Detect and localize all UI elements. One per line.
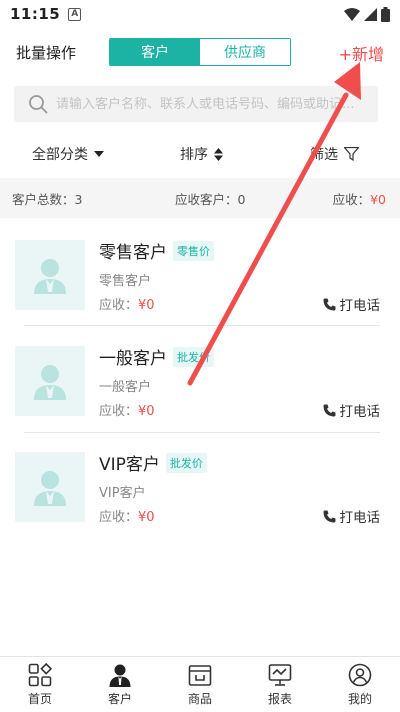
receivable-value: ¥0 (138, 298, 155, 313)
nav-customer[interactable]: 客户 (80, 657, 160, 712)
sort-filter-label: 排序 (180, 147, 208, 163)
customer-subtitle: VIP客户 (99, 486, 146, 501)
batch-operation-button[interactable]: 批量操作 (16, 42, 76, 63)
customer-name: VIP客户 批发价 (99, 450, 207, 475)
home-grid-icon (28, 663, 52, 687)
avatar (15, 240, 85, 310)
customer-receivable: 应收：¥0 (99, 294, 155, 313)
list-item[interactable]: VIP客户 批发价 VIP客户 应收：¥0 打电话 (0, 452, 400, 558)
price-tag: 批发价 (173, 346, 214, 367)
wifi-icon (344, 7, 360, 21)
avatar (15, 346, 85, 416)
nav-goods[interactable]: 商品 (160, 657, 240, 712)
avatar (15, 452, 85, 522)
customer-subtitle: 零售客户 (99, 274, 152, 289)
customer-name-text: 一般客户 (99, 349, 167, 369)
receivable-total: 应收：¥0 (333, 189, 386, 208)
search-input[interactable] (56, 96, 366, 112)
nav-goods-label: 商品 (187, 692, 212, 706)
person-avatar-icon (34, 471, 66, 506)
nav-home-label: 首页 (27, 692, 52, 706)
profile-icon (348, 663, 372, 687)
customer-name: 一般客户 批发价 (99, 344, 214, 369)
customer-name: 零售客户 零售价 (99, 238, 214, 263)
signal-icon (364, 7, 377, 21)
list-item[interactable]: 零售客户 零售价 零售客户 应收：¥0 打电话 (0, 240, 400, 346)
call-label: 打电话 (339, 298, 381, 314)
nav-report-label: 报表 (267, 692, 292, 706)
receivable-value: ¥0 (138, 404, 155, 419)
person-avatar-icon (34, 365, 66, 400)
summary-bar: 客户总数：3 应收客户：0 应收：¥0 (0, 178, 400, 218)
battery-icon (381, 6, 390, 22)
nav-home[interactable]: 首页 (0, 657, 80, 712)
nav-mine-label: 我的 (347, 692, 372, 706)
customer-supplier-segment: 客户 供应商 (109, 38, 291, 66)
nav-report[interactable]: 报表 (240, 657, 320, 712)
sort-filter[interactable]: 排序 (180, 144, 223, 164)
call-button[interactable]: 打电话 (323, 294, 381, 314)
customer-name-text: 零售客户 (99, 243, 167, 263)
receivable-total-label: 应收： (332, 191, 371, 207)
call-button[interactable]: 打电话 (323, 400, 381, 420)
status-icons (344, 6, 390, 22)
screen-filter[interactable]: 筛选 (310, 144, 359, 164)
funnel-icon (344, 147, 359, 161)
receivable-label: 应收： (99, 510, 139, 525)
call-label: 打电话 (339, 404, 381, 420)
header: 批量操作 客户 供应商 +新增 (0, 36, 400, 70)
divider (24, 325, 380, 326)
divider (24, 432, 380, 433)
phone-icon (323, 298, 335, 310)
nav-customer-label: 客户 (107, 692, 132, 706)
receivable-customers: 应收客户：0 (175, 191, 246, 207)
category-filter[interactable]: 全部分类 (32, 144, 104, 164)
customer-icon (109, 664, 131, 687)
nav-mine[interactable]: 我的 (320, 657, 400, 712)
status-time: 11:15 (10, 5, 61, 23)
customer-receivable: 应收：¥0 (99, 506, 155, 525)
search-icon (29, 95, 48, 114)
receivable-label: 应收： (99, 298, 139, 313)
receivable-label: 应收： (99, 404, 139, 419)
tab-supplier[interactable]: 供应商 (200, 39, 290, 65)
price-tag: 批发价 (165, 452, 207, 473)
screen-filter-label: 筛选 (310, 147, 338, 163)
price-tag: 零售价 (173, 240, 214, 261)
call-button[interactable]: 打电话 (323, 506, 381, 526)
filter-bar: 全部分类 排序 筛选 (0, 138, 400, 170)
customer-receivable: 应收：¥0 (99, 400, 155, 419)
search-bar (14, 86, 378, 122)
receivable-total-value: ¥0 (370, 191, 386, 207)
tab-customer[interactable]: 客户 (110, 39, 200, 65)
customer-subtitle: 一般客户 (99, 380, 152, 395)
list-item[interactable]: 一般客户 批发价 一般客户 应收：¥0 打电话 (0, 346, 400, 452)
report-icon (268, 664, 292, 686)
category-filter-label: 全部分类 (32, 147, 88, 163)
customer-name-text: VIP客户 (99, 455, 160, 475)
bottom-nav: 首页 客户 商品 报表 我的 (0, 656, 400, 712)
goods-icon (188, 665, 212, 686)
notification-icon: A (68, 7, 82, 21)
customer-total: 客户总数：3 (12, 191, 83, 207)
receivable-value: ¥0 (138, 510, 155, 525)
person-avatar-icon (34, 259, 66, 294)
phone-icon (323, 404, 335, 416)
sort-icon (214, 147, 223, 161)
status-bar: 11:15 A (0, 0, 400, 28)
add-new-button[interactable]: +新增 (339, 41, 384, 65)
caret-down-icon (94, 150, 104, 157)
phone-icon (323, 510, 335, 522)
call-label: 打电话 (339, 510, 381, 526)
